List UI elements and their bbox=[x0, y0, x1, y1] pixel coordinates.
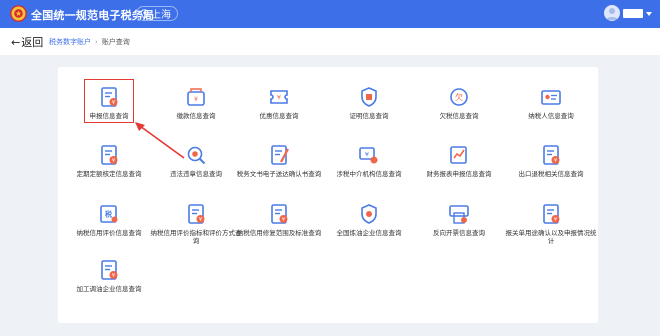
highlight-box bbox=[84, 79, 134, 123]
reverse-invoice-icon bbox=[448, 203, 470, 225]
query-tile-label: 违法违章信息查询 bbox=[170, 170, 222, 178]
tax-emblem-icon bbox=[10, 5, 27, 22]
export-rebate-icon: ¥ bbox=[540, 144, 562, 166]
query-tile[interactable]: 财务报表申报信息查询 bbox=[413, 138, 505, 194]
breadcrumb-item-digital-account[interactable]: 税务数字账户 bbox=[49, 37, 91, 47]
certificate-shield-icon bbox=[358, 86, 380, 108]
query-tile-label: 反向开票信息查询 bbox=[433, 229, 485, 237]
query-tile-label: 涉税中介机构信息查询 bbox=[336, 170, 402, 178]
top-bar: 全国统一规范电子税务局 上海 bbox=[0, 0, 660, 28]
query-tile[interactable]: ¥ 纳税信用评价指标和评价方式查询 bbox=[150, 197, 242, 253]
query-tile-label: 财务报表申报信息查询 bbox=[426, 170, 492, 178]
query-tile-label: 优惠信息查询 bbox=[259, 112, 299, 120]
user-avatar-icon bbox=[606, 8, 618, 20]
fixed-quota-doc-icon: ¥ bbox=[98, 144, 120, 166]
location-label: 上海 bbox=[151, 10, 171, 21]
agency-money-icon: ¥ bbox=[358, 144, 380, 166]
pointer-arrow-icon bbox=[135, 122, 185, 159]
svg-text:¥: ¥ bbox=[277, 94, 281, 102]
query-tile[interactable]: 反向开票信息查询 bbox=[413, 197, 505, 253]
user-menu-caret-icon[interactable] bbox=[646, 12, 652, 16]
query-tile[interactable]: ¥ 报关单用途确认以及申报情况统计 bbox=[505, 197, 597, 253]
query-tile-label: 纳税人信息查询 bbox=[528, 112, 574, 120]
query-tile[interactable]: 全国炼油企业信息查询 bbox=[323, 197, 415, 253]
svg-text:¥: ¥ bbox=[112, 158, 115, 164]
query-tile[interactable]: 证明信息查询 bbox=[323, 80, 415, 136]
financial-report-icon bbox=[448, 144, 470, 166]
svg-text:¥: ¥ bbox=[365, 151, 369, 159]
oil-blending-icon: ¥ bbox=[98, 259, 120, 281]
svg-text:¥: ¥ bbox=[282, 217, 285, 223]
query-tile[interactable]: ¥ 纳税信用修复范围及标准查询 bbox=[233, 197, 325, 253]
credit-index-icon: ¥ bbox=[185, 203, 207, 225]
query-tile[interactable]: ¥ 出口退税相关信息查询 bbox=[505, 138, 597, 194]
refinery-icon bbox=[358, 203, 380, 225]
query-tile-label: 定期定额核定信息查询 bbox=[76, 170, 142, 178]
document-pen-icon bbox=[268, 144, 290, 166]
query-tile-label: 纳税信用修复范围及标准查询 bbox=[236, 229, 322, 237]
breadcrumb: 税务数字账户 › 账户查询 bbox=[49, 37, 130, 47]
location-pin-icon bbox=[140, 8, 149, 19]
tax-arrears-icon: 欠 bbox=[448, 86, 470, 108]
query-tile-label: 出口退税相关信息查询 bbox=[518, 170, 584, 178]
query-tile-label: 报关单用途确认以及申报情况统计 bbox=[505, 229, 597, 245]
query-tile-label: 欠税信息查询 bbox=[439, 112, 479, 120]
query-tile-label: 税务文书电子送达确认书查询 bbox=[236, 170, 322, 178]
query-tile[interactable]: 纳税人信息查询 bbox=[505, 80, 597, 136]
back-label: 返回 bbox=[21, 36, 44, 49]
svg-text:欠: 欠 bbox=[455, 92, 463, 102]
query-tile[interactable]: 税 纳税信用评价信息查询 bbox=[63, 197, 155, 253]
discount-ticket-icon: ¥ bbox=[268, 86, 290, 108]
back-arrow-icon: ← bbox=[11, 35, 21, 49]
payment-wallet-icon: ¥ bbox=[185, 86, 207, 108]
query-tile-label: 纳税信用评价信息查询 bbox=[76, 229, 142, 237]
svg-text:¥: ¥ bbox=[194, 96, 198, 103]
credit-repair-icon: ¥ bbox=[268, 203, 290, 225]
query-tile[interactable]: 税务文书电子送达确认书查询 bbox=[233, 138, 325, 194]
query-tile[interactable]: ¥ 加工调油企业信息查询 bbox=[63, 253, 155, 309]
svg-text:¥: ¥ bbox=[554, 158, 557, 164]
query-tile[interactable]: 欠欠税信息查询 bbox=[413, 80, 505, 136]
query-tile-label: 证明信息查询 bbox=[349, 112, 389, 120]
query-tile[interactable]: ¥ 涉税中介机构信息查询 bbox=[323, 138, 415, 194]
svg-text:税: 税 bbox=[105, 210, 112, 219]
svg-text:¥: ¥ bbox=[112, 273, 115, 279]
user-avatar[interactable] bbox=[604, 5, 620, 21]
location-selector[interactable]: 上海 bbox=[136, 6, 178, 21]
customs-declaration-icon: ¥ bbox=[540, 203, 562, 225]
query-tile-label: 纳税信用评价指标和评价方式查询 bbox=[150, 229, 242, 245]
svg-text:¥: ¥ bbox=[199, 217, 202, 223]
query-tile[interactable]: ¥ 优惠信息查询 bbox=[233, 80, 325, 136]
taxpayer-card-icon bbox=[540, 86, 562, 108]
svg-text:¥: ¥ bbox=[554, 217, 557, 223]
query-tile-label: 全国炼油企业信息查询 bbox=[336, 229, 402, 237]
back-button[interactable]: ← 返回 bbox=[11, 34, 43, 50]
breadcrumb-item-account-query: 账户查询 bbox=[101, 38, 130, 46]
breadcrumb-separator-icon: › bbox=[95, 38, 98, 46]
user-name[interactable] bbox=[623, 9, 643, 18]
credit-rating-icon: 税 bbox=[98, 203, 120, 225]
query-tile-label: 加工调油企业信息查询 bbox=[76, 285, 142, 293]
